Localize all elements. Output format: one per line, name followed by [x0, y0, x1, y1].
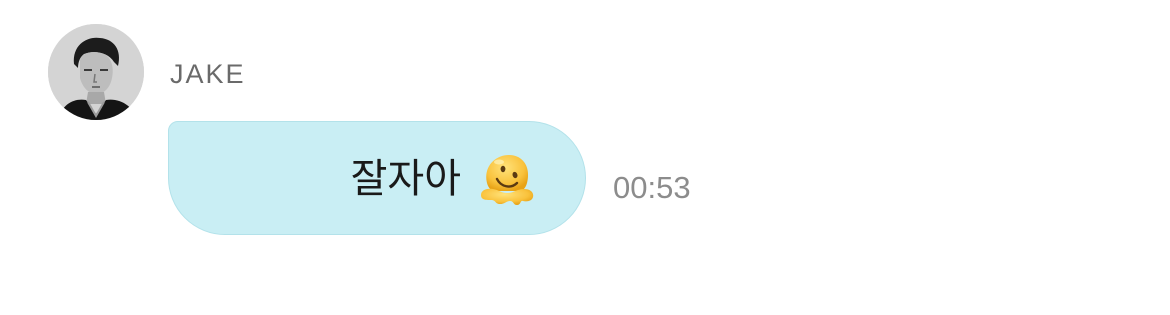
- sender-name: JAKE: [170, 59, 246, 89]
- message-bubble[interactable]: 잘자아: [168, 121, 586, 235]
- melting-face-emoji-icon: [481, 155, 534, 205]
- message-content: 잘자아: [351, 122, 537, 236]
- chat-message-row: JAKE 잘자아 00:53: [0, 0, 1170, 315]
- avatar[interactable]: [48, 24, 144, 120]
- message-text: 잘자아: [350, 156, 461, 202]
- message-timestamp: 00:53: [613, 170, 691, 205]
- profile-photo-icon: [48, 24, 144, 120]
